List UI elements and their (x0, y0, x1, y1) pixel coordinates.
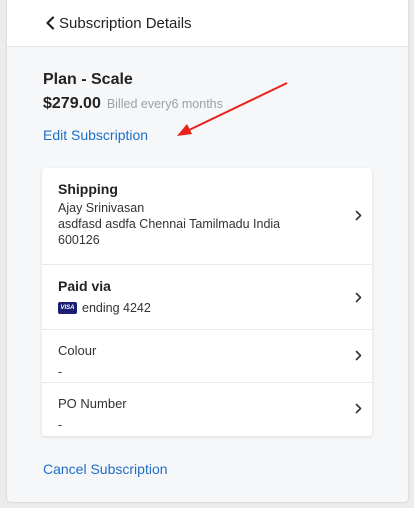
plan-name: Plan - Scale (43, 71, 133, 88)
cancel-subscription-link[interactable]: Cancel Subscription (43, 461, 168, 477)
colour-row[interactable]: Colour - (42, 330, 372, 383)
subscription-panel: Subscription Details Plan - Scale $279.0… (7, 0, 408, 502)
billing-frequency: Billed every6 months (106, 97, 223, 111)
chevron-right-icon (355, 292, 362, 303)
colour-title: Colour (58, 343, 97, 358)
subscription-details-card: Shipping Ajay Srinivasan asdfasd asdfa C… (42, 168, 372, 436)
po-number-row[interactable]: PO Number - (42, 383, 372, 436)
colour-value: - (58, 365, 63, 379)
edit-subscription-link[interactable]: Edit Subscription (43, 127, 148, 143)
visa-card-icon: VISA (58, 302, 77, 314)
shipping-title: Shipping (58, 181, 118, 197)
plan-summary: Plan - Scale $279.00 Billed every6 month… (7, 47, 408, 145)
shipping-postcode: 600126 (58, 233, 100, 247)
page-title: Subscription Details (59, 14, 192, 32)
paid-via-row[interactable]: Paid via VISA ending 4242 (42, 265, 372, 330)
shipping-name: Ajay Srinivasan (58, 201, 145, 215)
back-header[interactable]: Subscription Details (7, 0, 408, 47)
chevron-right-icon (355, 403, 362, 414)
price-row: $279.00 Billed every6 months (43, 95, 408, 113)
plan-price: $279.00 (43, 95, 101, 112)
payment-method: VISA ending 4242 (58, 300, 336, 316)
po-number-title: PO Number (58, 396, 127, 411)
chevron-left-icon[interactable] (45, 16, 56, 30)
chevron-right-icon (355, 210, 362, 221)
chevron-right-icon (355, 350, 362, 361)
shipping-address: asdfasd asdfa Chennai Tamilmadu India (58, 217, 281, 231)
shipping-row[interactable]: Shipping Ajay Srinivasan asdfasd asdfa C… (42, 168, 372, 265)
paid-via-title: Paid via (58, 278, 111, 294)
po-number-value: - (58, 418, 63, 432)
card-ending: ending 4242 (82, 301, 151, 315)
